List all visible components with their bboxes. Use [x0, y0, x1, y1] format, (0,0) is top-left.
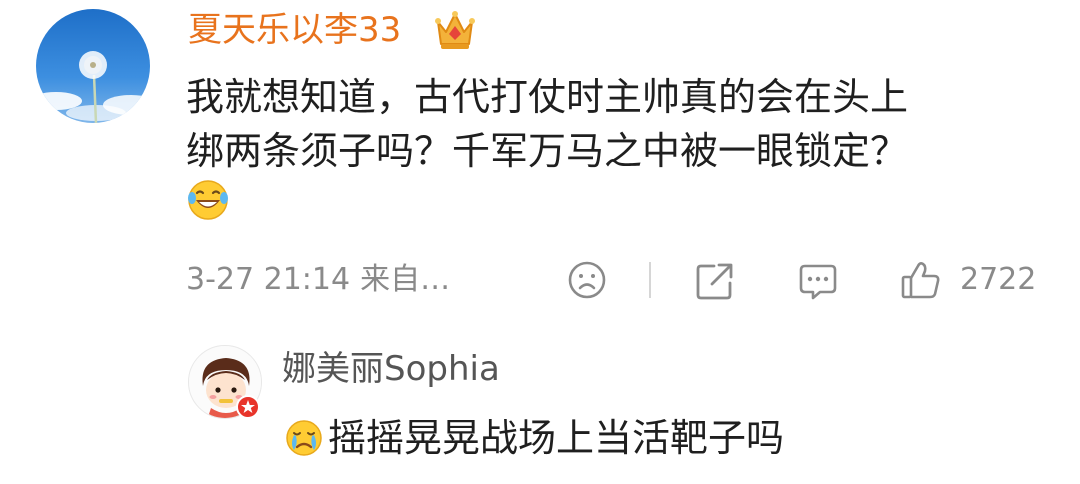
frown-icon [568, 261, 606, 299]
comment-text-line: 绑两条须子吗？千军万马之中被一眼锁定？ [186, 129, 909, 173]
reply-button[interactable] [795, 256, 841, 304]
timestamp: 3-27 21:14 [186, 262, 351, 297]
share-button[interactable] [692, 256, 738, 304]
dislike-button[interactable] [566, 256, 608, 304]
share-icon [696, 263, 733, 300]
comment-username[interactable]: 夏天乐以李33 [188, 4, 401, 56]
like-count: 2722 [960, 262, 1037, 297]
comment-text: 我就想知道，古代打仗时主帅真的会在头上 绑两条须子吗？千军万马之中被一眼锁定？ [186, 70, 1056, 178]
laughing-tears-emoji-icon [186, 178, 230, 222]
comment-meta: 3-27 21:14 来自… [186, 256, 450, 304]
crying-emoji-icon [284, 418, 324, 458]
like-button[interactable] [898, 256, 944, 304]
comment-icon [799, 264, 837, 300]
avatar[interactable] [36, 9, 150, 123]
vip-badge-icon [236, 395, 260, 419]
crown-icon [432, 6, 478, 52]
thumbs-up-icon [901, 262, 940, 299]
source-label[interactable]: 来自… [360, 262, 450, 297]
reply-username[interactable]: 娜美丽Sophia [282, 346, 500, 392]
reply-text: 摇摇晃晃战场上当活靶子吗 [328, 416, 785, 460]
dandelion-avatar-image [36, 9, 150, 123]
comment-text-line: 我就想知道，古代打仗时主帅真的会在头上 [186, 75, 909, 119]
divider [649, 262, 651, 298]
